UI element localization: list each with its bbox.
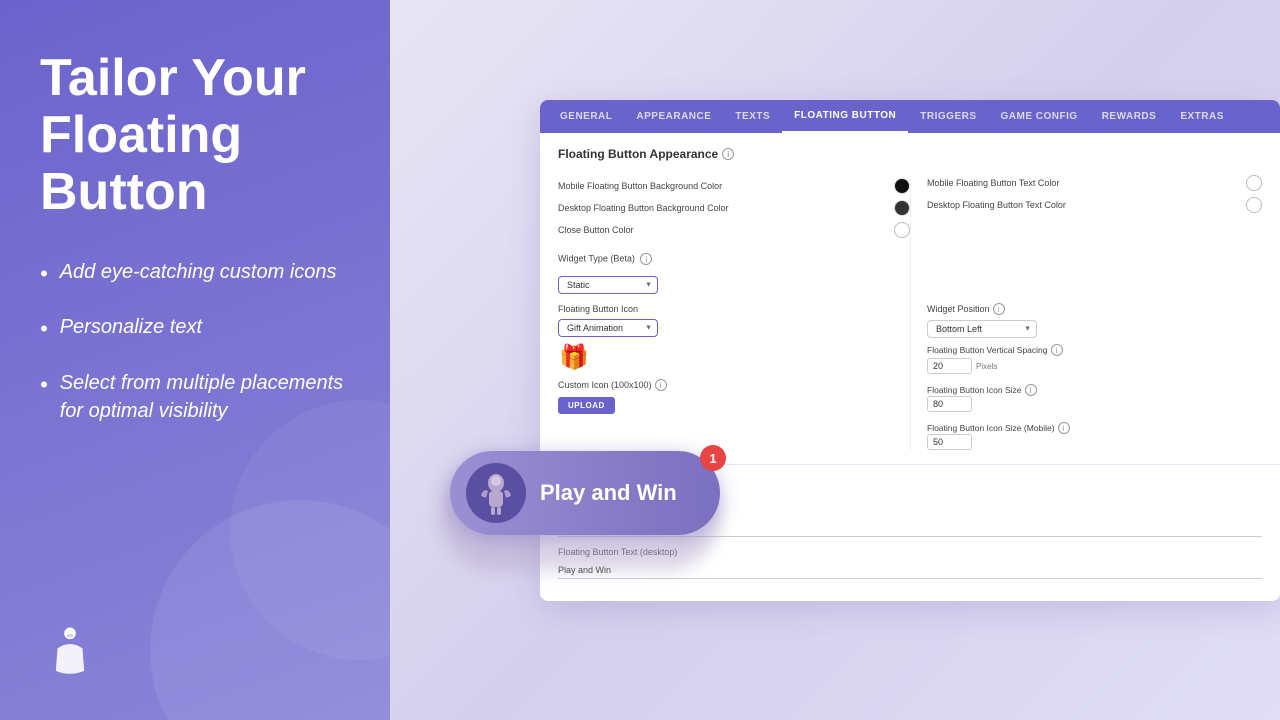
color-row-3: Close Button Color bbox=[558, 219, 910, 241]
appearance-right: Mobile Floating Button Text Color Deskto… bbox=[910, 175, 1262, 450]
icon-size-field: Floating Button Icon Size i bbox=[927, 384, 1080, 412]
tab-rewards[interactable]: REWARDS bbox=[1090, 101, 1169, 132]
widget-type-select-wrap: Static Animated ▼ bbox=[558, 275, 658, 294]
right-color-label-1: Mobile Floating Button Text Color bbox=[927, 178, 1059, 188]
floating-badge: 1 bbox=[700, 445, 726, 471]
spacing-fields: Floating Button Vertical Spacing i Pixel… bbox=[927, 344, 1262, 450]
floating-icon-label: Floating Button Icon bbox=[558, 304, 910, 314]
vertical-spacing-field: Floating Button Vertical Spacing i Pixel… bbox=[927, 344, 1080, 374]
appearance-left: Mobile Floating Button Background Color … bbox=[558, 175, 910, 450]
widget-position-section: Widget Position i Bottom Left Bottom Rig… bbox=[927, 303, 1262, 338]
color-row-1: Mobile Floating Button Background Color bbox=[558, 175, 910, 197]
right-color-row-1: Mobile Floating Button Text Color bbox=[927, 175, 1262, 191]
right-panel: Play and Win 1 GENERAL APPEARANCE TEXTS … bbox=[390, 0, 1280, 720]
icon-size-mobile-input[interactable] bbox=[927, 434, 972, 450]
tab-extras[interactable]: EXTRAS bbox=[1168, 101, 1236, 132]
appearance-title: Floating Button Appearance i bbox=[558, 147, 1262, 161]
tab-floating-button[interactable]: FLOATING BUTTON bbox=[782, 100, 908, 133]
floating-icon-select-wrap: Gift Animation Star Trophy ▼ bbox=[558, 318, 658, 337]
appearance-section: Floating Button Appearance i Mobile Floa… bbox=[540, 133, 1280, 465]
widget-type-label: Widget Type (Beta) i bbox=[558, 253, 652, 265]
left-content: Tailor Your Floating Button Add eye-catc… bbox=[40, 50, 350, 620]
color-label-3: Close Button Color bbox=[558, 225, 634, 235]
color-swatch-2[interactable] bbox=[894, 200, 910, 216]
right-color-swatch-2[interactable] bbox=[1246, 197, 1262, 213]
tabs-bar: GENERAL APPEARANCE TEXTS FLOATING BUTTON… bbox=[540, 100, 1280, 133]
custom-icon-label: Custom Icon (100x100) i bbox=[558, 379, 910, 391]
icon-size-mobile-input-row bbox=[927, 434, 1080, 450]
color-row-2: Desktop Floating Button Background Color bbox=[558, 197, 910, 219]
color-swatch-3[interactable] bbox=[894, 222, 910, 238]
right-color-label-2: Desktop Floating Button Text Color bbox=[927, 200, 1066, 210]
tab-triggers[interactable]: TRIGGERS bbox=[908, 101, 988, 132]
vertical-spacing-unit: Pixels bbox=[976, 362, 997, 371]
tab-game-config[interactable]: GAME CONFIG bbox=[989, 101, 1090, 132]
vertical-spacing-input-row: Pixels bbox=[927, 358, 1080, 374]
custom-icon-info[interactable]: i bbox=[655, 379, 667, 391]
tab-texts[interactable]: TEXTS bbox=[723, 101, 782, 132]
gift-icon-preview: 🎁 bbox=[558, 341, 590, 373]
right-color-rows: Mobile Floating Button Text Color Deskto… bbox=[927, 175, 1262, 213]
left-panel: Tailor Your Floating Button Add eye-catc… bbox=[0, 0, 390, 720]
upload-button[interactable]: UPLOAD bbox=[558, 397, 615, 414]
widget-type-info[interactable]: i bbox=[640, 253, 652, 265]
widget-type-row: Widget Type (Beta) i bbox=[558, 253, 910, 265]
floating-button-text: Play and Win bbox=[540, 480, 677, 506]
main-title: Tailor Your Floating Button bbox=[40, 50, 350, 222]
widget-type-section: Widget Type (Beta) i Static Animated ▼ bbox=[558, 253, 910, 294]
logo-area bbox=[40, 620, 350, 680]
widget-position-select[interactable]: Bottom Left Bottom Right Top Left Top Ri… bbox=[927, 320, 1037, 338]
logo-icon bbox=[40, 620, 100, 680]
bullet-item-2: Personalize text bbox=[40, 313, 350, 345]
floating-button-preview: Play and Win 1 bbox=[450, 451, 720, 535]
widget-position-label: Widget Position i bbox=[927, 303, 1262, 315]
icon-size-input-row bbox=[927, 396, 1080, 412]
right-color-swatch-1[interactable] bbox=[1246, 175, 1262, 191]
tab-appearance[interactable]: APPEARANCE bbox=[624, 101, 723, 132]
color-label-1: Mobile Floating Button Background Color bbox=[558, 181, 722, 191]
floating-icon-section: Floating Button Icon Gift Animation Star… bbox=[558, 304, 910, 373]
color-swatch-1[interactable] bbox=[894, 178, 910, 194]
right-color-row-2: Desktop Floating Button Text Color bbox=[927, 197, 1262, 213]
appearance-grid: Mobile Floating Button Background Color … bbox=[558, 175, 1262, 450]
icon-size-mobile-label: Floating Button Icon Size (Mobile) i bbox=[927, 422, 1080, 434]
vertical-spacing-label: Floating Button Vertical Spacing i bbox=[927, 344, 1080, 356]
icon-size-mobile-field: Floating Button Icon Size (Mobile) i bbox=[927, 422, 1080, 450]
tab-general[interactable]: GENERAL bbox=[548, 101, 624, 132]
appearance-info-icon[interactable]: i bbox=[722, 148, 734, 160]
icon-size-mobile-info[interactable]: i bbox=[1058, 422, 1070, 434]
widget-position-info[interactable]: i bbox=[993, 303, 1005, 315]
icon-size-info[interactable]: i bbox=[1025, 384, 1037, 396]
vertical-spacing-info[interactable]: i bbox=[1051, 344, 1063, 356]
vertical-spacing-input[interactable] bbox=[927, 358, 972, 374]
floating-button[interactable]: Play and Win 1 bbox=[450, 451, 720, 535]
bullet-item-3: Select from multiple placements for opti… bbox=[40, 369, 350, 425]
bullet-item-1: Add eye-catching custom icons bbox=[40, 258, 350, 290]
custom-icon-section: Custom Icon (100x100) i UPLOAD bbox=[558, 379, 910, 414]
floating-icon-select[interactable]: Gift Animation Star Trophy bbox=[558, 319, 658, 337]
color-label-2: Desktop Floating Button Background Color bbox=[558, 203, 729, 213]
bullet-list: Add eye-catching custom icons Personaliz… bbox=[40, 258, 350, 426]
widget-position-select-wrap: Bottom Left Bottom Right Top Left Top Ri… bbox=[927, 319, 1037, 338]
icon-size-label: Floating Button Icon Size i bbox=[927, 384, 1080, 396]
widget-type-select[interactable]: Static Animated bbox=[558, 276, 658, 294]
icon-size-input[interactable] bbox=[927, 396, 972, 412]
floating-icon bbox=[466, 463, 526, 523]
